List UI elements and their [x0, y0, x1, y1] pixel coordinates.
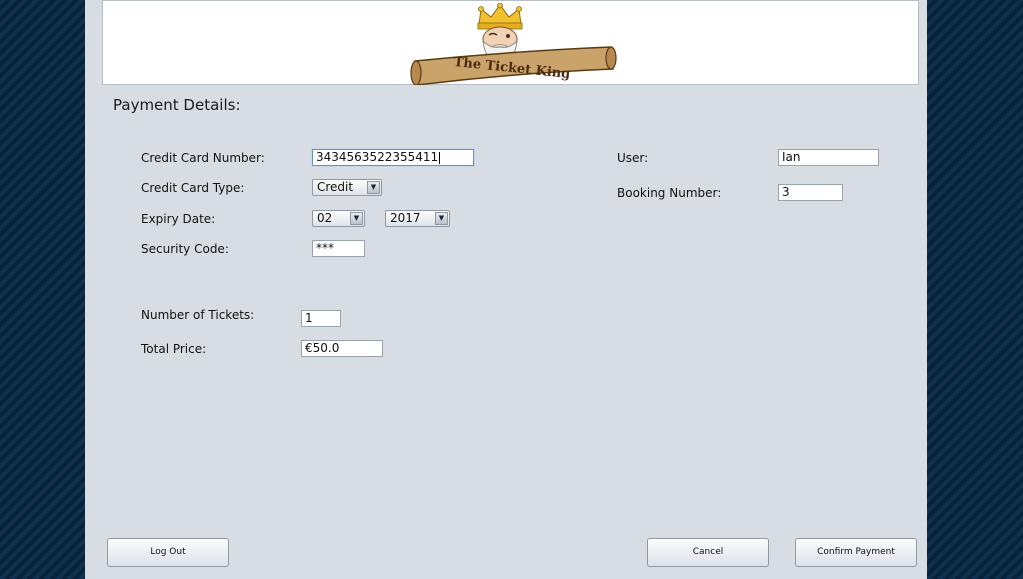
log-out-button[interactable]: Log Out — [107, 538, 229, 567]
expiry-year-select[interactable]: 2017 ▼ — [385, 210, 450, 227]
total-price-value: €50.0 — [305, 341, 340, 355]
user-value: Ian — [782, 150, 801, 164]
booking-number-value: 3 — [782, 185, 790, 199]
credit-card-number-input[interactable]: 3434563522355411 — [312, 149, 474, 166]
credit-card-type-select[interactable]: Credit ▼ — [312, 179, 382, 196]
user-input[interactable]: Ian — [778, 149, 879, 166]
header-banner: The Ticket King — [102, 0, 919, 86]
section-title: Payment Details: — [113, 96, 241, 114]
chevron-down-icon[interactable]: ▼ — [367, 181, 380, 194]
chevron-down-icon[interactable]: ▼ — [435, 212, 448, 225]
number-of-tickets-value: 1 — [305, 311, 313, 325]
credit-card-number-label: Credit Card Number: — [141, 151, 265, 165]
expiry-year-value: 2017 — [390, 211, 421, 225]
user-label: User: — [617, 151, 649, 165]
payment-window: The Ticket King Payment Details: Credit … — [85, 0, 927, 579]
credit-card-type-value: Credit — [317, 180, 354, 194]
booking-number-label: Booking Number: — [617, 186, 722, 200]
ticket-king-logo: The Ticket King — [407, 2, 617, 86]
cancel-button[interactable]: Cancel — [647, 538, 769, 567]
expiry-month-select[interactable]: 02 ▼ — [312, 210, 365, 227]
confirm-payment-button[interactable]: Confirm Payment — [795, 538, 917, 567]
chevron-down-icon[interactable]: ▼ — [350, 212, 363, 225]
security-code-value: *** — [316, 241, 334, 255]
text-caret — [439, 151, 441, 164]
number-of-tickets-label: Number of Tickets: — [141, 308, 255, 322]
total-price-input[interactable]: €50.0 — [301, 340, 383, 357]
total-price-label: Total Price: — [141, 342, 207, 356]
expiry-month-value: 02 — [317, 211, 333, 225]
security-code-label: Security Code: — [141, 242, 229, 256]
credit-card-type-label: Credit Card Type: — [141, 181, 245, 195]
security-code-input[interactable]: *** — [312, 240, 365, 257]
credit-card-number-value: 3434563522355411 — [316, 150, 439, 164]
expiry-date-label: Expiry Date: — [141, 212, 216, 226]
number-of-tickets-input[interactable]: 1 — [301, 310, 341, 327]
booking-number-input[interactable]: 3 — [778, 184, 843, 201]
